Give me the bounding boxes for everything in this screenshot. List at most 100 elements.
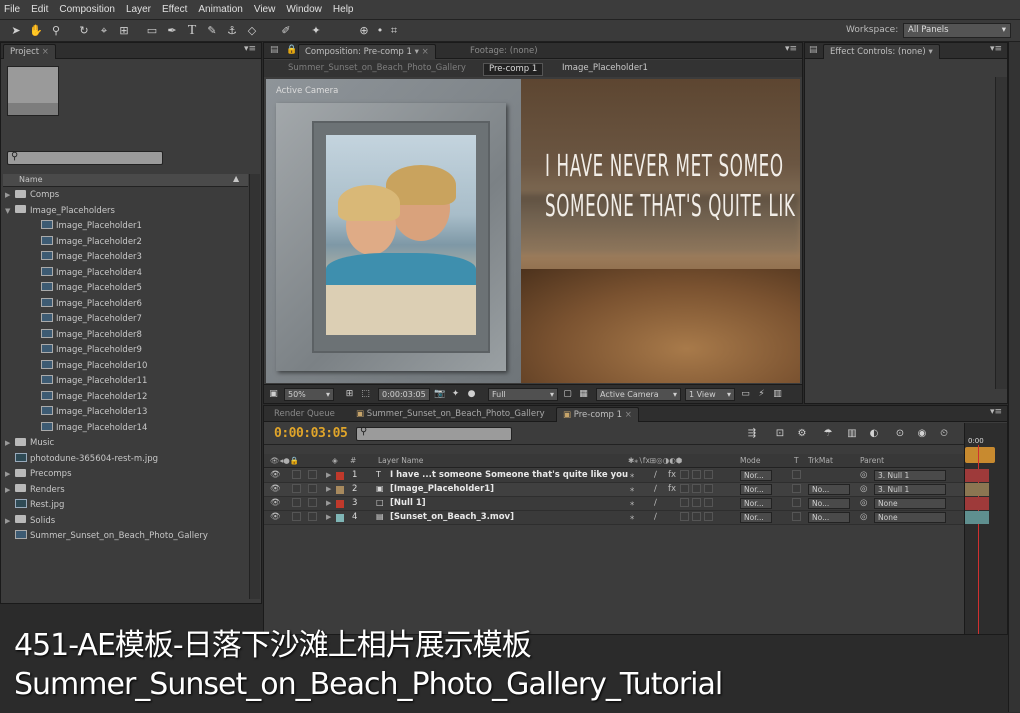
mode-select[interactable]: Nor... (740, 512, 772, 523)
resolution-select[interactable]: Full ▾ (488, 388, 558, 401)
trkmat-select[interactable]: No... (808, 498, 850, 509)
menu-file[interactable]: File (4, 4, 20, 15)
triangle-right-icon[interactable]: ▶ (326, 471, 331, 479)
draft-3d-icon[interactable]: ⚙ (794, 427, 810, 441)
workspace-select[interactable]: All Panels ▾ (903, 23, 1011, 38)
preserve-transparency-switch[interactable] (792, 512, 801, 521)
tab-effect-controls[interactable]: Effect Controls: (none) ▾ (823, 44, 940, 59)
fast-previews-icon[interactable]: ⚡ (756, 388, 767, 400)
local-axis-mode-icon[interactable]: ⊕ (356, 23, 372, 39)
project-item[interactable]: ▶ Comps (3, 188, 248, 204)
project-item[interactable]: photodune-365604-rest-m.jpg (3, 452, 248, 468)
toggle-pixel-aspect-icon[interactable]: ▭ (740, 388, 751, 400)
triangle-right-icon[interactable]: ▶ (326, 499, 331, 507)
shy-switch-icon[interactable]: ⁎ (630, 484, 634, 494)
solo-switch[interactable] (292, 484, 301, 493)
breadcrumb-item[interactable]: Summer_Sunset_on_Beach_Photo_Gallery (288, 60, 466, 77)
lock-switch[interactable] (308, 498, 317, 507)
label-color-swatch[interactable] (336, 472, 344, 483)
tab-composition[interactable]: Composition: Pre-comp 1 ▾ × (298, 44, 436, 59)
label-color-swatch[interactable] (336, 486, 344, 497)
layer-duration-bar[interactable] (965, 469, 989, 482)
parent-select[interactable]: None (874, 498, 946, 509)
parent-select[interactable]: None (874, 512, 946, 523)
menu-animation[interactable]: Animation (198, 4, 242, 15)
triangle-right-icon[interactable]: ▶ (326, 513, 331, 521)
parent-select[interactable]: 3. Null 1 (874, 484, 946, 495)
breadcrumb-item-active[interactable]: Pre-comp 1 (483, 63, 544, 76)
graph-editor-icon[interactable]: ⊙ (892, 427, 908, 441)
project-item[interactable]: Image_Placeholder5 (3, 281, 248, 297)
close-icon[interactable]: × (625, 410, 632, 420)
camera-view-select[interactable]: Active Camera ▾ (596, 388, 681, 401)
pen-tool-icon[interactable]: ✒ (164, 23, 180, 39)
solo-switch[interactable] (292, 498, 301, 507)
project-item[interactable]: Image_Placeholder8 (3, 328, 248, 344)
transparency-grid-icon[interactable]: ▦ (578, 388, 589, 400)
adjustment-switch[interactable] (692, 498, 701, 507)
quality-switch-icon[interactable]: ∕ (654, 512, 657, 522)
triangle-right-icon[interactable]: ▶ (5, 188, 15, 204)
pickwhip-icon[interactable]: ◎ (860, 512, 867, 522)
layer-row[interactable]: 👁 ▶ 2 ▣ [Image_Placeholder1] ⁎ ∕ fx Nor... No... ◎… (264, 483, 964, 497)
layer-duration-bar[interactable] (965, 497, 989, 510)
trkmat-select[interactable]: No... (808, 484, 850, 495)
project-item[interactable]: Image_Placeholder9 (3, 343, 248, 359)
tab-footage[interactable]: Footage: (none) (464, 44, 544, 59)
breadcrumb-item[interactable]: Image_Placeholder1 (562, 60, 648, 77)
channel-icon[interactable]: ● (466, 388, 477, 400)
project-item[interactable]: Image_Placeholder10 (3, 359, 248, 375)
eye-icon[interactable]: 👁 (270, 470, 281, 480)
menu-edit[interactable]: Edit (31, 4, 48, 15)
type-tool-icon[interactable]: T (184, 23, 200, 39)
quality-switch-icon[interactable]: ∕ (654, 484, 657, 494)
project-item[interactable]: Image_Placeholder3 (3, 250, 248, 266)
quality-switch-icon[interactable]: ∕ (654, 498, 657, 508)
view-layout-select[interactable]: 1 View ▾ (685, 388, 735, 401)
timeline-search-input[interactable]: ⚲ (356, 426, 512, 441)
shy-switch-icon[interactable]: ⁎ (630, 470, 634, 480)
live-update-icon[interactable]: ⊡ (772, 427, 788, 441)
pan-behind-tool-icon[interactable]: ⊞ (116, 23, 132, 39)
menu-layer[interactable]: Layer (126, 4, 151, 15)
eye-icon[interactable]: 👁 (270, 512, 281, 522)
mode-select[interactable]: Nor... (740, 484, 772, 495)
motion-blur-switch[interactable] (680, 484, 689, 493)
time-ruler[interactable]: 0:00 (964, 423, 1007, 634)
layer-name-column[interactable]: Layer Name (378, 456, 423, 465)
lock-icon[interactable]: ▤ (270, 45, 279, 55)
project-item[interactable]: Image_Placeholder6 (3, 297, 248, 313)
timeline-icon[interactable]: ▥ (772, 388, 783, 400)
trkmat-select[interactable]: No... (808, 512, 850, 523)
motion-blur-switch[interactable] (680, 498, 689, 507)
mask-visibility-icon[interactable]: ⬚ (360, 388, 371, 400)
selection-tool-icon[interactable]: ➤ (8, 23, 24, 39)
eye-icon[interactable]: 👁 (270, 498, 281, 508)
layer-duration-bar[interactable] (965, 483, 989, 496)
sort-arrow-icon[interactable]: ▲ (233, 174, 239, 183)
rectangle-tool-icon[interactable]: ▭ (144, 23, 160, 39)
pickwhip-icon[interactable]: ◎ (860, 484, 867, 494)
lock-switch[interactable] (308, 512, 317, 521)
project-item[interactable]: ▶ Music (3, 436, 248, 452)
region-of-interest-icon[interactable]: ▢ (562, 388, 573, 400)
label-color-swatch[interactable] (336, 500, 344, 511)
project-item[interactable]: ▼ Image_Placeholders (3, 204, 248, 220)
project-item[interactable]: Image_Placeholder2 (3, 235, 248, 251)
layer-row[interactable]: 👁 ▶ 3 □ [Null 1] ⁎ ∕ Nor... No... ◎ None (264, 497, 964, 511)
preserve-transparency-switch[interactable] (792, 470, 801, 479)
puppet-pin-tool-icon[interactable]: ✦ (308, 23, 324, 39)
menu-composition[interactable]: Composition (59, 4, 115, 15)
label-color-swatch[interactable] (336, 514, 344, 525)
project-item[interactable]: ▶ Renders (3, 483, 248, 499)
layer-row[interactable]: 👁 ▶ 1 T I have ...t someone Someone that's q… (264, 469, 964, 483)
view-axis-mode-icon[interactable]: ⌗ (386, 23, 402, 39)
motion-blur-switch[interactable] (680, 512, 689, 521)
brainstorm-icon[interactable]: ◉ (914, 427, 930, 441)
triangle-right-icon[interactable]: ▶ (5, 514, 15, 530)
project-item[interactable]: Rest.jpg (3, 498, 248, 514)
frame-blending-icon[interactable]: ▥ (844, 427, 860, 441)
rotate-tool-icon[interactable]: ↻ (76, 23, 92, 39)
project-item[interactable]: Image_Placeholder11 (3, 374, 248, 390)
pickwhip-icon[interactable]: ◎ (860, 470, 867, 480)
